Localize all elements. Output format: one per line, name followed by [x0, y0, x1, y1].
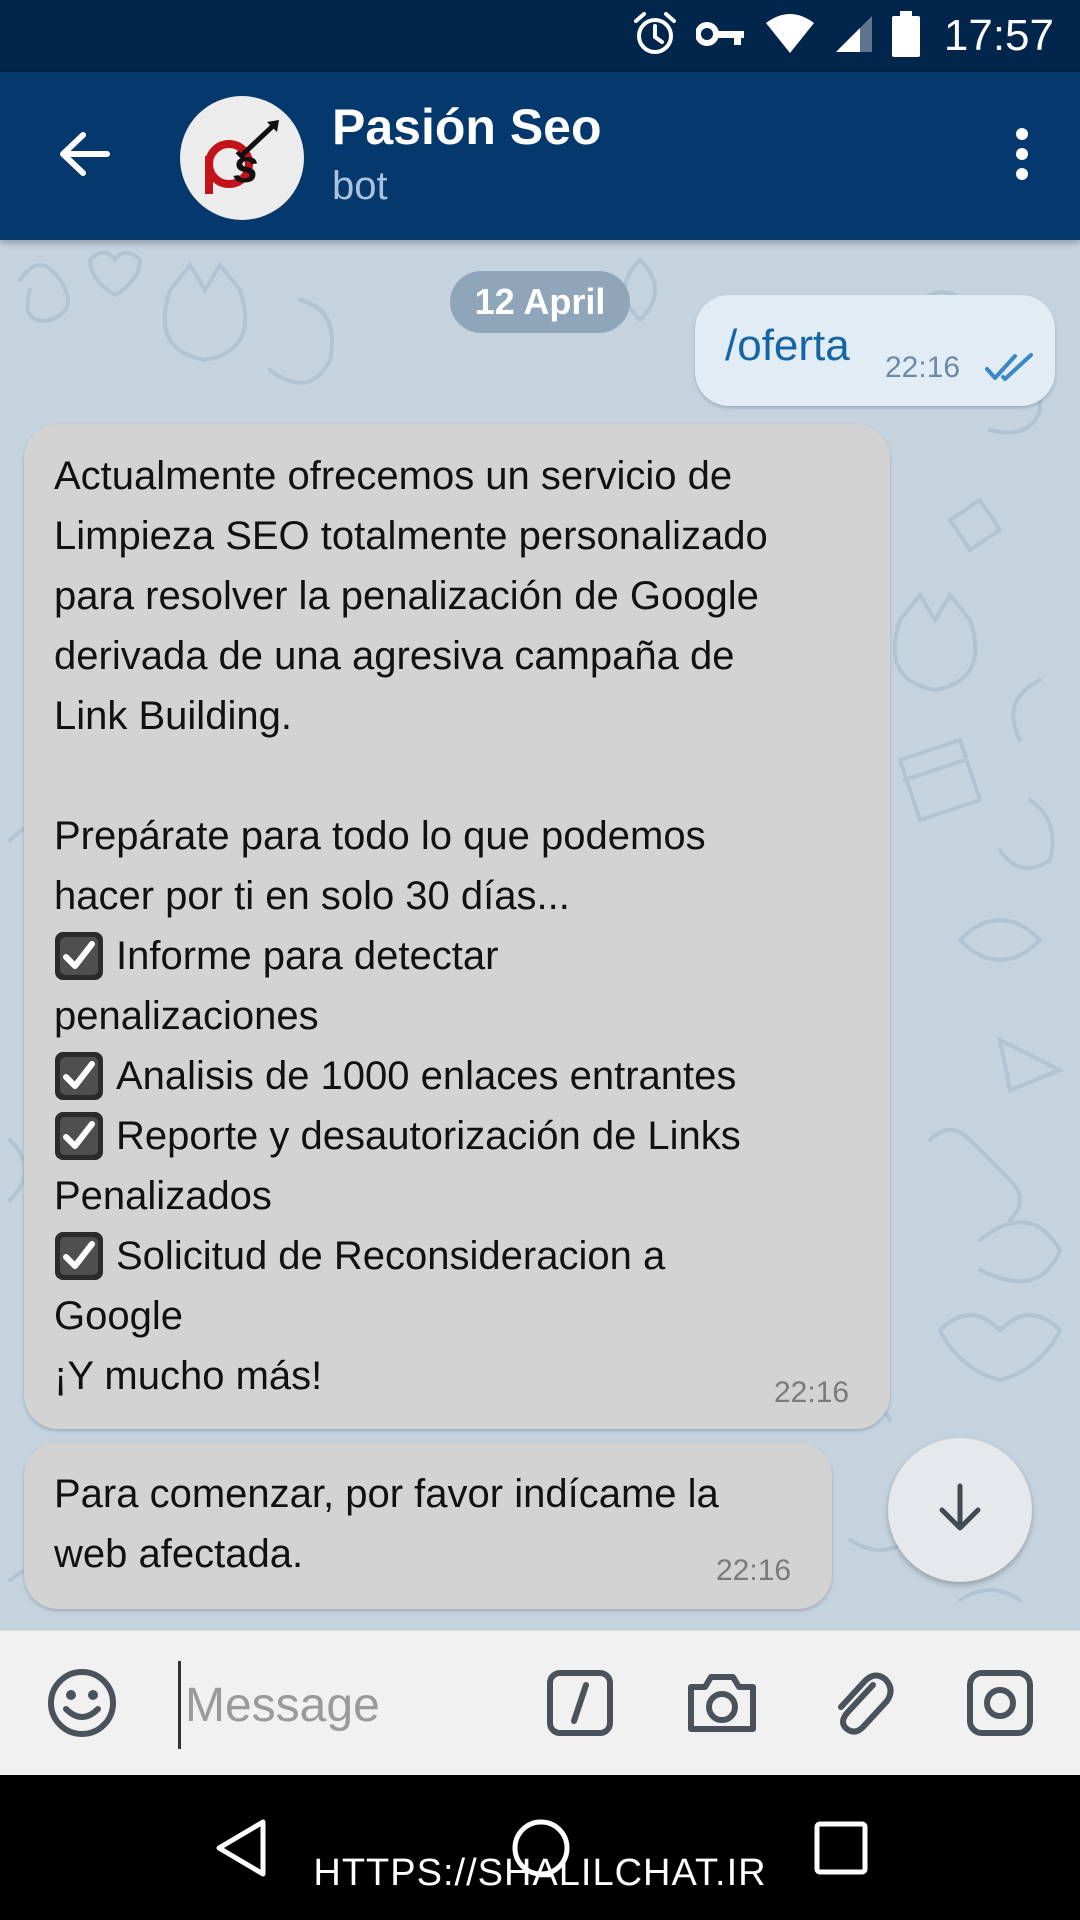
message-line-text: Para comenzar, por favor indícame la	[54, 1472, 719, 1516]
message-line-text: Informe para detectar	[116, 934, 499, 978]
signal-icon	[834, 14, 874, 59]
message-line	[54, 746, 768, 806]
message-time: 22:16	[716, 1554, 792, 1587]
status-bar: 17:57	[0, 0, 1080, 72]
message-line: web afectada.	[54, 1524, 719, 1584]
message-line: Reporte y desautorización de Links	[54, 1106, 768, 1166]
scroll-down-button[interactable]	[888, 1438, 1032, 1582]
nav-home-button[interactable]	[496, 1805, 586, 1895]
checkbox-emoji-icon	[55, 1112, 103, 1160]
message-line-text: para resolver la penalización de Google	[54, 574, 759, 618]
svg-text:s: s	[233, 140, 259, 192]
message-line-text: ¡Y mucho más!	[54, 1354, 323, 1398]
message-line-text: Link Building.	[54, 694, 292, 738]
message-line: Limpieza SEO totalmente personalizado	[54, 506, 768, 566]
message-line: Informe para detectar	[54, 926, 768, 986]
telegram-chat-screen: 17:57 s Pasión Seo bot 12 April /oferta …	[0, 0, 1080, 1920]
pasion-seo-logo: s	[197, 116, 287, 201]
nav-recents-button[interactable]	[796, 1805, 886, 1895]
message-line-text: Limpieza SEO totalmente personalizado	[54, 514, 768, 558]
message-line: hacer por ti en solo 30 días...	[54, 866, 768, 926]
incoming-message[interactable]: Para comenzar, por favor indícame la web …	[24, 1442, 832, 1609]
nav-back-button[interactable]	[196, 1805, 286, 1895]
back-button[interactable]	[40, 112, 128, 200]
outgoing-message-text: /oferta	[725, 321, 850, 370]
message-line-text: Prepárate para todo lo que podemos	[54, 814, 706, 858]
bot-command-icon	[546, 1669, 614, 1742]
message-line: Analisis de 1000 enlaces entrantes	[54, 1046, 768, 1106]
camera-button[interactable]	[682, 1665, 762, 1745]
vpn-key-icon	[694, 19, 746, 54]
incoming-message[interactable]: Actualmente ofrecemos un servicio de Limp…	[24, 424, 890, 1429]
message-input-bar	[0, 1630, 1080, 1776]
nav-recents-icon	[813, 1820, 869, 1881]
message-line: Link Building.	[54, 686, 768, 746]
menu-button[interactable]	[988, 116, 1056, 196]
message-line: Google	[54, 1286, 768, 1346]
message-line-text: web afectada.	[54, 1532, 304, 1576]
camera-icon	[685, 1671, 759, 1740]
nav-back-icon	[211, 1816, 271, 1885]
outgoing-message[interactable]: /oferta 22:16	[695, 295, 1055, 406]
message-line: penalizaciones	[54, 986, 768, 1046]
message-line-text: Analisis de 1000 enlaces entrantes	[116, 1054, 737, 1098]
chat-subtitle: bot	[332, 164, 388, 208]
message-line-text: Solicitud de Reconsideracion a	[116, 1234, 666, 1278]
message-line-text: Actualmente ofrecemos un servicio de	[54, 454, 733, 498]
system-nav-bar	[0, 1775, 1080, 1920]
instagram-icon	[966, 1669, 1034, 1742]
outgoing-message-time: 22:16	[885, 351, 961, 384]
message-line: Prepárate para todo lo que podemos	[54, 806, 768, 866]
arrow-down-icon	[936, 1482, 984, 1539]
message-text: Para comenzar, por favor indícame la web …	[54, 1464, 719, 1584]
wifi-icon	[764, 13, 816, 60]
message-input[interactable]	[178, 1661, 517, 1749]
checkbox-emoji-icon	[55, 1052, 103, 1100]
message-line: ¡Y mucho más!	[54, 1346, 768, 1406]
checkbox-emoji-icon	[55, 1232, 103, 1280]
status-time: 17:57	[943, 11, 1054, 60]
alarm-icon	[632, 11, 678, 62]
nav-home-icon	[509, 1816, 573, 1885]
instagram-button[interactable]	[960, 1665, 1040, 1745]
message-line-text: Google	[54, 1294, 183, 1338]
message-line-text: hacer por ti en solo 30 días...	[54, 874, 570, 918]
message-line: Solicitud de Reconsideracion a	[54, 1226, 768, 1286]
status-icons: 17:57	[632, 0, 1054, 72]
message-line: Actualmente ofrecemos un servicio de	[54, 446, 768, 506]
message-time: 22:16	[774, 1376, 850, 1409]
chat-header: s Pasión Seo bot	[0, 72, 1080, 240]
message-line: Para comenzar, por favor indícame la	[54, 1464, 719, 1524]
battery-icon	[891, 10, 920, 62]
checkbox-emoji-icon	[55, 932, 103, 980]
avatar[interactable]: s	[180, 96, 304, 220]
emoji-icon	[46, 1667, 118, 1744]
double-check-icon	[985, 351, 1035, 388]
message-text: Actualmente ofrecemos un servicio de Limp…	[54, 446, 768, 1406]
more-vert-icon	[1014, 127, 1030, 185]
message-line-text: derivada de una agresiva campaña de	[54, 634, 735, 678]
message-line: para resolver la penalización de Google	[54, 566, 768, 626]
bot-command-button[interactable]	[540, 1665, 620, 1745]
attach-button[interactable]	[822, 1665, 902, 1745]
message-line: Penalizados	[54, 1166, 768, 1226]
emoji-button[interactable]	[42, 1665, 122, 1745]
back-arrow-icon	[57, 130, 111, 183]
chat-title: Pasión Seo	[332, 99, 602, 155]
message-line: derivada de una agresiva campaña de	[54, 626, 768, 686]
message-line-text: Penalizados	[54, 1174, 272, 1218]
message-line-text: Reporte y desautorización de Links	[116, 1114, 741, 1158]
attach-icon	[829, 1667, 895, 1744]
chat-area[interactable]: 12 April /oferta 22:16 Actualmente ofrec…	[0, 240, 1080, 1630]
date-chip: 12 April	[450, 271, 630, 333]
message-line-text: penalizaciones	[54, 994, 319, 1038]
